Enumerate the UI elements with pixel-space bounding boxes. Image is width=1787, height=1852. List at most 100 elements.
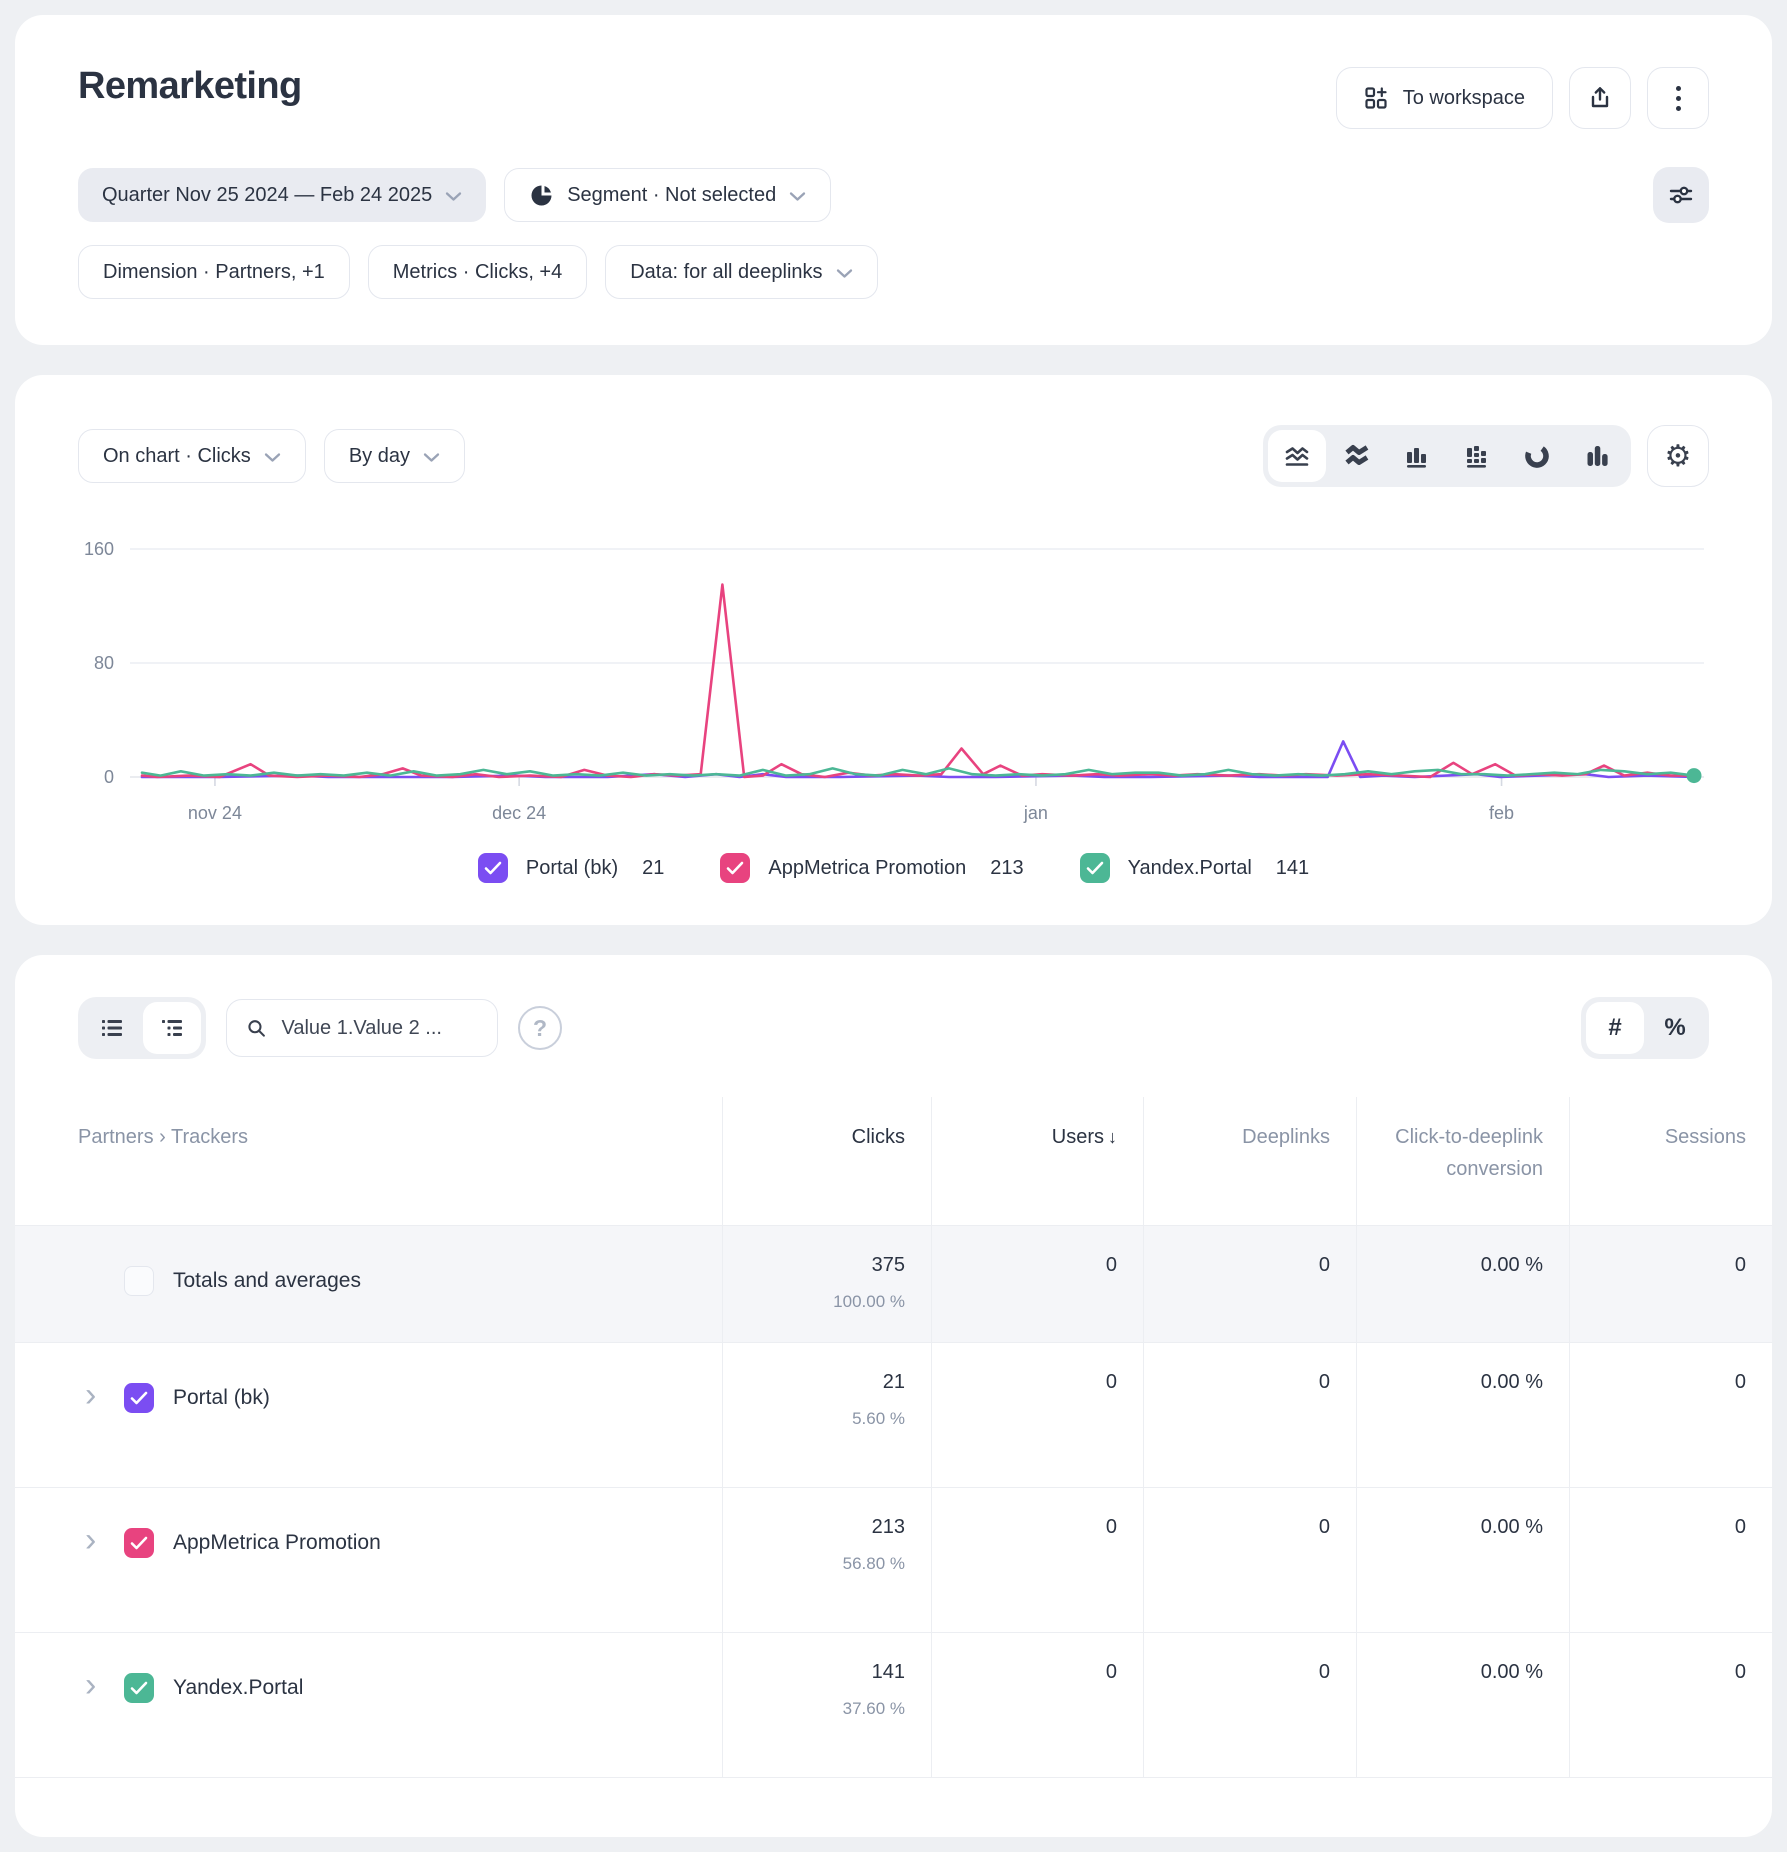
chart-legend: Portal (bk) 21 AppMetrica Promotion 213 … <box>78 853 1709 883</box>
legend-item-appmetrica-promotion[interactable]: AppMetrica Promotion 213 <box>720 853 1023 883</box>
cell-clicks: 21356.80 % <box>722 1488 931 1632</box>
expand-chevron-icon[interactable]: › <box>85 1530 105 1550</box>
cell-sessions: 0 <box>1569 1343 1772 1487</box>
chart-type-bar-button[interactable] <box>1388 430 1446 482</box>
svg-text:jan: jan <box>1023 803 1048 823</box>
column-header-users[interactable]: Users↓ <box>931 1097 1143 1225</box>
svg-text:dec 24: dec 24 <box>492 803 546 823</box>
to-workspace-button[interactable]: To workspace <box>1336 67 1553 129</box>
column-header-clicks[interactable]: Clicks <box>722 1097 931 1225</box>
dimension-label: Dimension · Partners, +1 <box>103 261 325 284</box>
pie-chart-icon <box>1523 442 1551 470</box>
row-label: Totals and averages <box>173 1269 361 1293</box>
sliders-icon <box>1668 182 1694 208</box>
absolute-values-button[interactable]: # <box>1586 1002 1644 1054</box>
cell-sessions: 0 <box>1569 1633 1772 1777</box>
expand-chevron-icon[interactable]: › <box>85 1385 105 1405</box>
legend-item-portal-bk[interactable]: Portal (bk) 21 <box>478 853 665 883</box>
share-icon <box>1587 85 1613 111</box>
expand-chevron-icon[interactable]: › <box>85 1675 105 1695</box>
stacked-bar-icon <box>1463 442 1491 470</box>
checkbox-checked-icon[interactable] <box>124 1383 154 1413</box>
chart-type-pie-button[interactable] <box>1508 430 1566 482</box>
checkbox-checked-icon[interactable] <box>124 1528 154 1558</box>
on-chart-metric-label: On chart · Clicks <box>103 445 251 468</box>
cell-sessions: 0 <box>1569 1226 1772 1342</box>
header-actions: To workspace <box>1336 67 1709 129</box>
tree-list-view-button[interactable] <box>143 1002 201 1054</box>
column-header-sessions[interactable]: Sessions <box>1569 1097 1772 1225</box>
segment-chip[interactable]: Segment · Not selected <box>504 168 831 222</box>
cell-conversion: 0.00 % <box>1356 1343 1569 1487</box>
chevron-down-icon <box>836 268 853 279</box>
checkbox-unchecked[interactable] <box>124 1266 154 1296</box>
chart-settings-button[interactable]: ⚙ <box>1647 425 1709 487</box>
checkbox-checked-icon[interactable] <box>124 1673 154 1703</box>
cell-users: 0 <box>931 1633 1143 1777</box>
report-settings-button[interactable] <box>1653 167 1709 223</box>
svg-text:0: 0 <box>104 767 114 787</box>
metrics-chip[interactable]: Metrics · Clicks, +4 <box>368 245 587 299</box>
dimension-chip[interactable]: Dimension · Partners, +1 <box>78 245 350 299</box>
date-range-chip[interactable]: Quarter Nov 25 2024 — Feb 24 2025 <box>78 168 486 222</box>
table-card: ? # % Partners › Trackers Clicks Users↓ … <box>15 955 1772 1837</box>
legend-count: 213 <box>990 857 1023 880</box>
percent-values-button[interactable]: % <box>1646 1002 1704 1054</box>
segment-label: Segment · Not selected <box>567 184 776 207</box>
cell-deeplinks: 0 <box>1143 1488 1356 1632</box>
chart-type-stacked-bar-button[interactable] <box>1448 430 1506 482</box>
kebab-icon <box>1676 86 1681 111</box>
page-title: Remarketing <box>78 65 302 108</box>
line-chart-icon <box>1283 442 1311 470</box>
gear-icon: ⚙ <box>1665 439 1692 474</box>
checkbox-checked-icon[interactable] <box>478 853 508 883</box>
cell-deeplinks: 0 <box>1143 1343 1356 1487</box>
grouping-label: By day <box>349 445 410 468</box>
flat-list-view-button[interactable] <box>83 1002 141 1054</box>
column-header-partners-trackers[interactable]: Partners › Trackers <box>15 1097 722 1225</box>
on-chart-metric-chip[interactable]: On chart · Clicks <box>78 429 306 483</box>
search-icon <box>246 1016 266 1040</box>
svg-text:80: 80 <box>94 653 114 673</box>
cell-users: 0 <box>931 1488 1143 1632</box>
columns-chart-icon <box>1583 442 1611 470</box>
question-mark-icon: ? <box>533 1015 547 1042</box>
tree-list-icon <box>158 1014 186 1042</box>
share-button[interactable] <box>1569 67 1631 129</box>
metrics-label: Metrics · Clicks, +4 <box>393 261 562 284</box>
more-menu-button[interactable] <box>1647 67 1709 129</box>
data-deeplinks-chip[interactable]: Data: for all deeplinks <box>605 245 877 299</box>
cell-deeplinks: 0 <box>1143 1226 1356 1342</box>
cell-clicks: 375100.00 % <box>722 1226 931 1342</box>
line-chart[interactable]: 080160nov 24dec 24janfeb <box>78 521 1708 833</box>
stacked-area-icon <box>1343 442 1371 470</box>
table-row-portal-bk: › Portal (bk) 215.60 % 0 0 0.00 % 0 <box>15 1342 1772 1487</box>
chart-card: On chart · Clicks By day <box>15 375 1772 925</box>
bar-chart-icon <box>1403 442 1431 470</box>
column-header-deeplinks[interactable]: Deeplinks <box>1143 1097 1356 1225</box>
row-label[interactable]: Yandex.Portal <box>173 1676 303 1700</box>
cell-users: 0 <box>931 1226 1143 1342</box>
cell-deeplinks: 0 <box>1143 1633 1356 1777</box>
chevron-down-icon <box>423 452 440 463</box>
flat-list-icon <box>98 1014 126 1042</box>
table-header-row: Partners › Trackers Clicks Users↓ Deepli… <box>15 1097 1772 1225</box>
table-search[interactable] <box>226 999 498 1057</box>
chart-type-columns-button[interactable] <box>1568 430 1626 482</box>
checkbox-checked-icon[interactable] <box>1080 853 1110 883</box>
search-input[interactable] <box>279 1016 478 1041</box>
checkbox-checked-icon[interactable] <box>720 853 750 883</box>
help-button[interactable]: ? <box>518 1006 562 1050</box>
svg-text:160: 160 <box>84 539 114 559</box>
legend-item-yandex-portal[interactable]: Yandex.Portal 141 <box>1080 853 1310 883</box>
chart-type-stacked-area-button[interactable] <box>1328 430 1386 482</box>
cell-clicks: 14137.60 % <box>722 1633 931 1777</box>
cell-clicks: 215.60 % <box>722 1343 931 1487</box>
chart-type-line-button[interactable] <box>1268 430 1326 482</box>
row-label[interactable]: AppMetrica Promotion <box>173 1531 381 1555</box>
grouping-chip[interactable]: By day <box>324 429 465 483</box>
list-view-switcher <box>78 997 206 1059</box>
row-label[interactable]: Portal (bk) <box>173 1386 270 1410</box>
column-header-conversion[interactable]: Click-to-deeplink conversion <box>1356 1097 1569 1225</box>
legend-label: Portal (bk) <box>526 857 618 880</box>
